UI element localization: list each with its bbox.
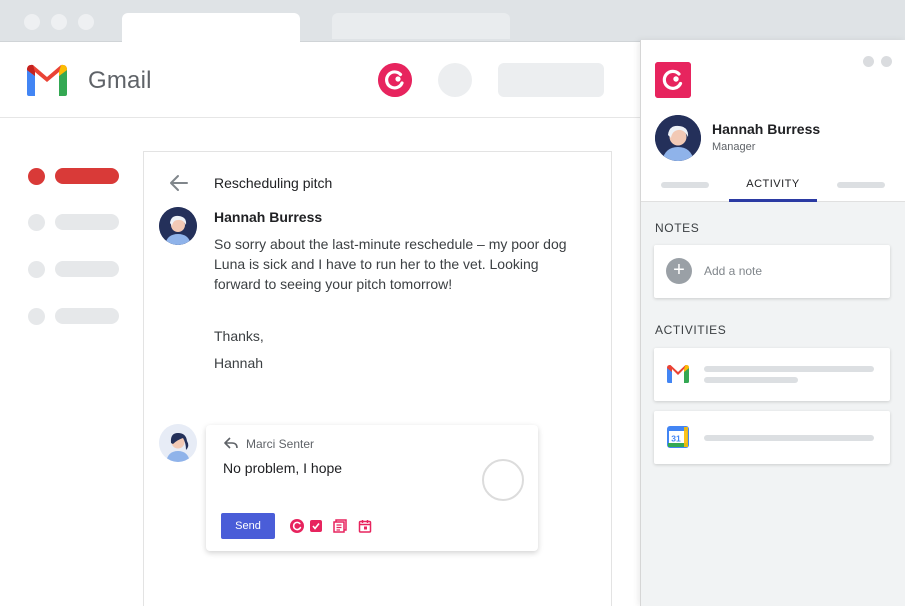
email-subject: Rescheduling pitch [214, 175, 333, 191]
reply-arrow-icon [224, 437, 238, 449]
nav-dot [28, 214, 45, 231]
calendar-icon: 31 [667, 426, 689, 448]
tab-activity[interactable]: ACTIVITY [729, 178, 817, 190]
send-button[interactable]: Send [221, 513, 275, 539]
nav-label-placeholder [55, 308, 119, 324]
gmail-wordmark: Gmail [88, 67, 152, 94]
meeting-icon[interactable] [358, 519, 372, 533]
account-avatar-placeholder[interactable] [438, 63, 472, 97]
nav-dot [28, 261, 45, 278]
nav-dot [28, 168, 45, 185]
browser-tab-active[interactable] [122, 13, 300, 43]
add-note-input[interactable]: Add a note [704, 264, 762, 278]
notes-heading: NOTES [655, 221, 700, 235]
email-sign-off: Thanks, [214, 328, 264, 344]
add-icon[interactable]: + [666, 258, 692, 284]
reply-composer[interactable]: Marci Senter No problem, I hope Send [206, 425, 538, 551]
window-close-dot[interactable] [24, 14, 40, 30]
sender-name[interactable]: Hannah Burress [214, 209, 322, 225]
add-note-card[interactable]: + Add a note [654, 245, 890, 298]
template-icon[interactable] [333, 519, 347, 533]
tab-placeholder-right[interactable] [837, 182, 885, 188]
activities-heading: ACTIVITIES [655, 323, 727, 337]
calendar-day: 31 [671, 434, 681, 444]
email-signature: Hannah [214, 355, 264, 371]
nav-label-placeholder [55, 214, 119, 230]
active-tab-indicator [729, 199, 817, 202]
nav-label-placeholder [55, 261, 119, 277]
back-arrow-icon[interactable] [168, 172, 190, 194]
nav-dot [28, 308, 45, 325]
gmail-header: Gmail [0, 42, 640, 118]
gmail-logo-icon[interactable] [24, 62, 70, 98]
activity-line-placeholder [704, 377, 798, 383]
window-maximize-dot[interactable] [78, 14, 94, 30]
reply-user-avatar [159, 424, 197, 462]
panel-control-dot[interactable] [863, 56, 874, 67]
tab-placeholder-left[interactable] [661, 182, 709, 188]
activity-item-email[interactable] [654, 348, 890, 401]
reply-recipient[interactable]: Marci Senter [246, 437, 314, 451]
nav-label-placeholder [55, 168, 119, 184]
email-body: So sorry about the last-minute reschedul… [214, 236, 567, 292]
contact-role: Manager [712, 141, 756, 153]
browser-chrome [0, 0, 905, 43]
activity-item-calendar[interactable]: 31 [654, 411, 890, 464]
header-search-placeholder[interactable] [498, 63, 604, 97]
sender-avatar [159, 207, 197, 245]
window-minimize-dot[interactable] [51, 14, 67, 30]
crm-side-panel: Hannah Burress Manager ACTIVITY NOTES + … [640, 40, 905, 606]
copper-tool-icon[interactable] [290, 519, 304, 533]
panel-header: Hannah Burress Manager ACTIVITY [641, 40, 905, 202]
loading-spinner-icon [482, 459, 524, 501]
email-thread: Rescheduling pitch Hannah Burress So sor… [143, 151, 612, 606]
reply-text-field[interactable]: No problem, I hope [223, 460, 342, 476]
copper-logo-icon [655, 62, 691, 98]
task-icon[interactable] [309, 519, 323, 533]
browser-tab-inactive[interactable] [332, 13, 510, 39]
copper-extension-icon[interactable] [378, 63, 412, 97]
contact-avatar [655, 115, 701, 161]
contact-name[interactable]: Hannah Burress [712, 121, 820, 137]
activity-line-placeholder [704, 366, 874, 372]
panel-control-dot[interactable] [881, 56, 892, 67]
activity-line-placeholder [704, 435, 874, 441]
gmail-icon [667, 364, 689, 383]
